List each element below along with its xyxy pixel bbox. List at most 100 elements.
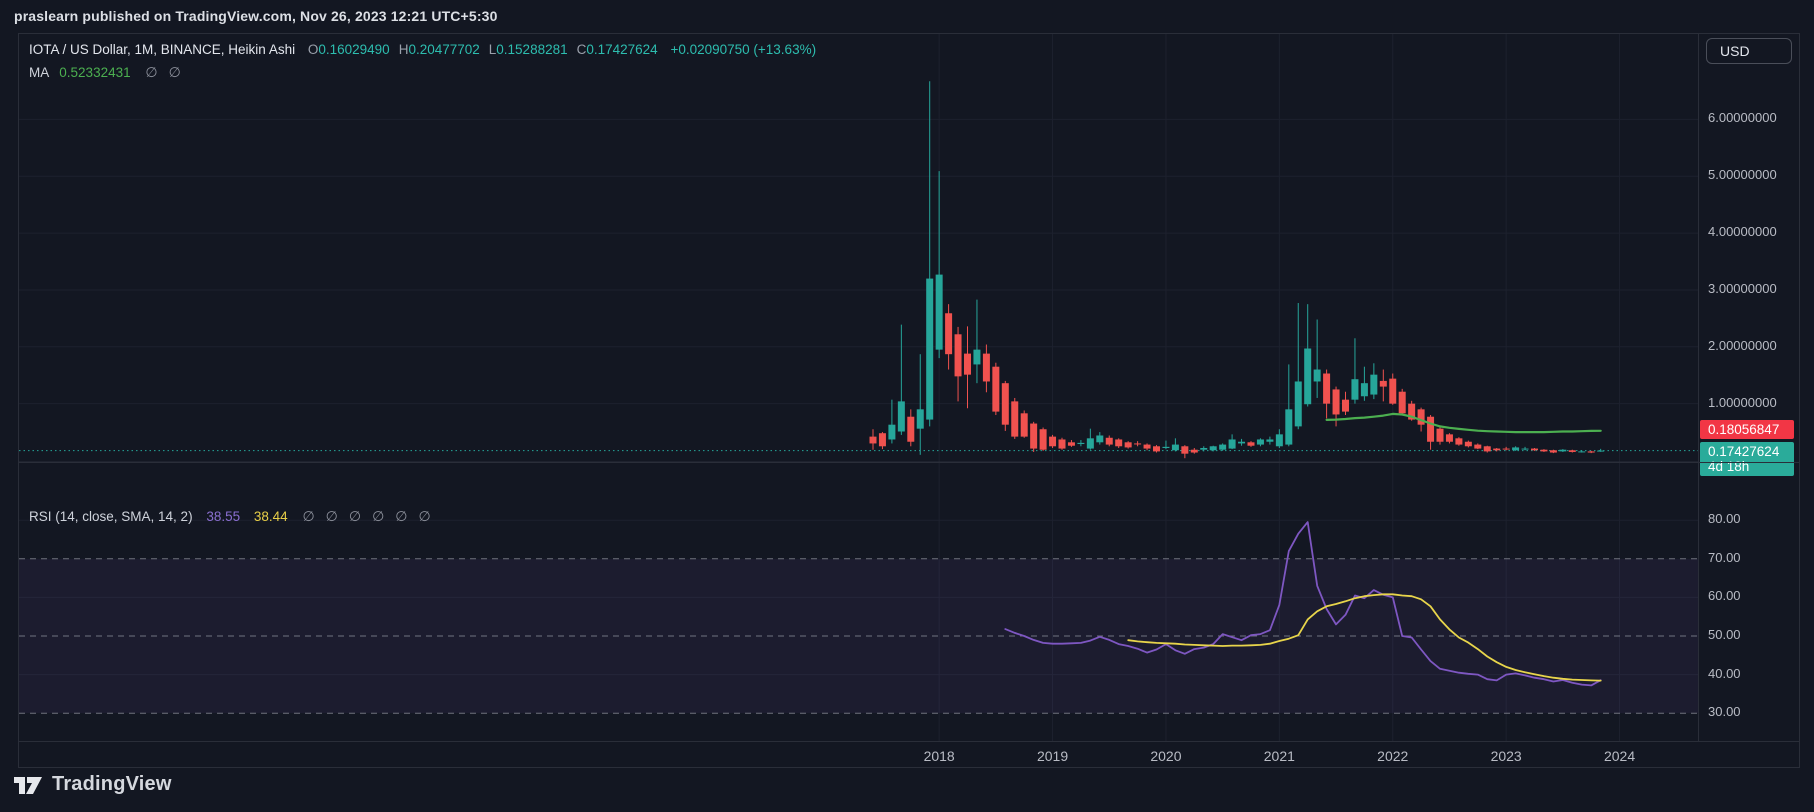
main-legend: IOTA / US Dollar, 1M, BINANCE, Heikin As… xyxy=(29,39,816,83)
price-tick-label: 4.00000000 xyxy=(1708,224,1777,239)
candle xyxy=(1219,443,1226,450)
candle xyxy=(1427,415,1434,450)
tradingview-snapshot: praslearn published on TradingView.com, … xyxy=(0,0,1814,812)
rsi-tick-label: 30.00 xyxy=(1708,704,1741,719)
year-label[interactable]: 2024 xyxy=(1598,748,1642,764)
candle xyxy=(870,429,877,449)
candle xyxy=(1125,441,1132,448)
candle xyxy=(1021,410,1028,437)
footer-brand[interactable]: TradingView xyxy=(13,772,172,796)
candle xyxy=(907,409,914,446)
candlestick-series xyxy=(870,81,1605,458)
candle xyxy=(1162,441,1169,450)
candle xyxy=(964,326,971,408)
rsi-value: 38.55 xyxy=(206,509,240,524)
candle xyxy=(1578,450,1585,452)
rsi-tick-label: 60.00 xyxy=(1708,588,1741,603)
rsi-tick-label: 80.00 xyxy=(1708,511,1741,526)
ma-value: 0.52332431 xyxy=(59,65,130,80)
symbol-legend-row: IOTA / US Dollar, 1M, BINANCE, Heikin As… xyxy=(29,39,816,61)
candle xyxy=(1437,428,1444,445)
time-axis[interactable]: 2018 2019 2020 2021 2022 2023 2024 xyxy=(19,741,1799,767)
chart-frame: IOTA / US Dollar, 1M, BINANCE, Heikin As… xyxy=(18,33,1800,768)
currency-unit-button[interactable]: USD xyxy=(1706,38,1792,64)
hide-indicator-icon[interactable]: ∅ xyxy=(326,508,338,524)
candle xyxy=(1276,429,1283,448)
year-label[interactable]: 2022 xyxy=(1371,748,1415,764)
candle xyxy=(1191,448,1198,454)
tradingview-logo-icon xyxy=(13,772,43,796)
candle xyxy=(1474,443,1481,449)
candle xyxy=(1153,445,1160,452)
year-label[interactable]: 2018 xyxy=(917,748,961,764)
hide-indicator-icon[interactable]: ∅ xyxy=(145,64,157,80)
candle xyxy=(1059,438,1066,450)
candle xyxy=(1493,448,1500,451)
candle xyxy=(1096,432,1103,445)
hide-indicator-icon[interactable]: ∅ xyxy=(169,64,181,80)
price-axis[interactable]: USD 6.000000005.000000004.000000003.0000… xyxy=(1698,34,1799,741)
pane-separator[interactable] xyxy=(19,462,1799,463)
last-price-label: 0.18056847 xyxy=(1700,420,1794,439)
candle xyxy=(1484,446,1491,453)
candle xyxy=(1295,303,1302,429)
price-tick-label: 2.00000000 xyxy=(1708,338,1777,353)
price-tick-label: 1.00000000 xyxy=(1708,395,1777,410)
candle xyxy=(1285,364,1292,446)
year-label[interactable]: 2023 xyxy=(1484,748,1528,764)
candle xyxy=(945,304,952,369)
change-value: +0.02090750 (+13.63%) xyxy=(670,42,816,57)
ohlc-value: 0.17427624 xyxy=(586,42,657,57)
candle xyxy=(1011,398,1018,439)
candle xyxy=(936,171,943,358)
ohlc-value: 0.20477702 xyxy=(408,42,479,57)
chart-canvas[interactable] xyxy=(19,34,1698,741)
year-label[interactable]: 2021 xyxy=(1257,748,1301,764)
ha-close-value: 0.17427624 xyxy=(1708,444,1794,459)
hide-indicator-icon[interactable]: ∅ xyxy=(418,508,430,524)
candle xyxy=(1323,370,1330,419)
candle xyxy=(1503,447,1510,450)
candle xyxy=(983,345,990,393)
year-label[interactable]: 2019 xyxy=(1031,748,1075,764)
hide-indicator-icon[interactable]: ∅ xyxy=(302,508,314,524)
candle xyxy=(1049,435,1056,448)
candle xyxy=(1399,389,1406,415)
candle xyxy=(1106,435,1113,446)
rsi-tick-label: 50.00 xyxy=(1708,627,1741,642)
candle xyxy=(1229,434,1236,449)
candle xyxy=(1115,438,1122,448)
chart-plot-area[interactable]: IOTA / US Dollar, 1M, BINANCE, Heikin As… xyxy=(19,34,1698,741)
candle xyxy=(992,363,999,415)
hide-indicator-icon[interactable]: ∅ xyxy=(372,508,384,524)
price-tick-label: 5.00000000 xyxy=(1708,167,1777,182)
candle xyxy=(1210,446,1217,452)
rsi-indicator-title[interactable]: RSI (14, close, SMA, 14, 2) xyxy=(29,509,193,524)
candle xyxy=(1512,446,1519,451)
candle xyxy=(1559,449,1566,452)
ohlc-values: O0.16029490H0.20477702L0.15288281C0.1742… xyxy=(299,42,658,57)
rsi-hidden-flags: ∅ ∅ ∅ ∅ ∅ ∅ xyxy=(291,509,430,524)
candle xyxy=(1257,438,1264,446)
hide-indicator-icon[interactable]: ∅ xyxy=(349,508,361,524)
ohlc-value: 0.16029490 xyxy=(318,42,389,57)
candle xyxy=(1040,428,1047,451)
candle xyxy=(1248,441,1255,447)
candle xyxy=(1550,450,1557,453)
year-label[interactable]: 2020 xyxy=(1144,748,1188,764)
symbol-title[interactable]: IOTA / US Dollar, 1M, BINANCE, Heikin As… xyxy=(29,42,295,57)
candle xyxy=(973,300,980,384)
candle xyxy=(1068,440,1075,447)
ma-label: MA xyxy=(29,65,49,80)
candle xyxy=(888,400,895,444)
candle xyxy=(1351,338,1358,403)
candle xyxy=(1370,363,1377,399)
hide-indicator-icon[interactable]: ∅ xyxy=(395,508,407,524)
candle xyxy=(1238,439,1245,446)
candle xyxy=(926,81,933,426)
candle xyxy=(1134,441,1141,446)
candle xyxy=(1144,443,1151,450)
candle xyxy=(1446,433,1453,443)
candle xyxy=(917,354,924,455)
ma-line xyxy=(1327,414,1601,432)
